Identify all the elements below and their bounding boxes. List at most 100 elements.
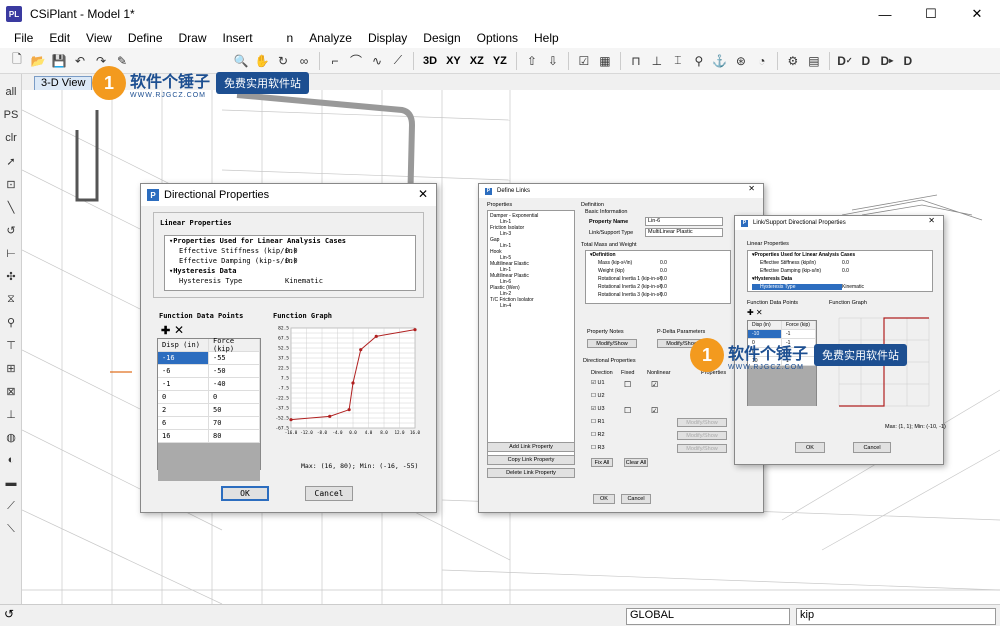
select-all-button[interactable]: all xyxy=(1,82,21,102)
analyze-icon[interactable]: ⚙ xyxy=(784,52,802,70)
flange-icon[interactable]: ⊞ xyxy=(1,358,21,378)
menu-design[interactable]: Design xyxy=(423,31,460,45)
restraint-icon[interactable]: ⊛ xyxy=(732,52,750,70)
add-point-icon[interactable]: ✚ xyxy=(161,324,170,337)
new-file-icon[interactable]: 🗋 xyxy=(8,52,26,70)
valve-icon[interactable]: ⧖ xyxy=(1,289,21,309)
maximize-button[interactable]: ☐ xyxy=(908,0,954,28)
spring-icon[interactable]: ⚲ xyxy=(690,52,708,70)
function-points-table[interactable]: Disp (in) Force (kip) -16 -55 -6 -50 -1 -40 … xyxy=(157,337,261,481)
dialog-close-icon[interactable]: ✕ xyxy=(748,184,755,193)
fixed-checkbox[interactable]: ☐ xyxy=(624,380,631,389)
design-d3-icon[interactable]: D ▸ xyxy=(878,52,896,70)
cancel-button[interactable]: Cancel xyxy=(853,442,891,453)
rotate-view-icon[interactable]: ↺ xyxy=(1,220,21,240)
tree-item[interactable]: Lin-4 xyxy=(490,303,572,309)
ok-button[interactable]: OK xyxy=(795,442,825,453)
dialog-close-icon[interactable]: ✕ xyxy=(418,187,428,201)
globe-icon[interactable]: ◐ xyxy=(1,450,21,470)
dir-u3[interactable]: ☑ U3 xyxy=(591,406,605,412)
menu-define[interactable]: Define xyxy=(128,31,163,45)
menu-edit[interactable]: Edit xyxy=(49,31,70,45)
table-row[interactable]: 6 70 xyxy=(158,417,260,430)
spring-tool-icon[interactable]: ⚲ xyxy=(1,312,21,332)
dimension-icon[interactable]: ⟍ xyxy=(1,519,21,539)
clear-all-button[interactable]: Clear All xyxy=(624,458,648,467)
line-icon[interactable]: ╲ xyxy=(1,197,21,217)
save-icon[interactable]: 💾 xyxy=(50,52,68,70)
previous-selection-button[interactable]: PS xyxy=(1,105,21,125)
menu-file[interactable]: File xyxy=(14,31,33,45)
ok-button[interactable]: OK xyxy=(593,494,615,504)
coord-system-select[interactable]: GLOBAL xyxy=(626,608,790,625)
pipe-icon[interactable]: ⌐ xyxy=(326,52,344,70)
table-row[interactable]: 16 80 xyxy=(158,430,260,443)
select-box-icon[interactable]: ⊡ xyxy=(1,174,21,194)
view-xz-button[interactable]: XZ xyxy=(467,55,487,67)
nonlinear-checkbox[interactable]: ☑ xyxy=(651,380,658,389)
delete-link-property-button[interactable]: Delete Link Property xyxy=(487,468,575,478)
tee-icon[interactable]: ⊥ xyxy=(1,404,21,424)
frame-icon[interactable]: ⊓ xyxy=(627,52,645,70)
undo-icon[interactable]: ↶ xyxy=(71,52,89,70)
menu-analyze[interactable]: Analyze xyxy=(309,31,352,45)
frame-tool-icon[interactable]: ⊢ xyxy=(1,243,21,263)
design-d4-icon[interactable]: D xyxy=(899,52,917,70)
menu-display[interactable]: Display xyxy=(368,31,407,45)
design-d2-icon[interactable]: D xyxy=(857,52,875,70)
dir-r2[interactable]: ☐ R2 xyxy=(591,432,605,438)
move-down-icon[interactable]: ⇩ xyxy=(544,52,562,70)
bend-icon[interactable]: ⌒ xyxy=(347,52,365,70)
move-up-icon[interactable]: ⇧ xyxy=(523,52,541,70)
cancel-button[interactable]: Cancel xyxy=(621,494,651,504)
linear-properties-grid[interactable]: ▾ Properties Used for Linear Analysis Ca… xyxy=(747,250,933,292)
joint-icon[interactable]: ⊤ xyxy=(1,335,21,355)
minimize-button[interactable]: — xyxy=(862,0,908,28)
bracket-icon[interactable]: ▬ xyxy=(1,473,21,493)
table-icon[interactable]: ▤ xyxy=(805,52,823,70)
curve-icon[interactable]: ∿ xyxy=(368,52,386,70)
menu-options[interactable]: Options xyxy=(477,31,518,45)
node-icon[interactable]: ✣ xyxy=(1,266,21,286)
dir-r1[interactable]: ☐ R1 xyxy=(591,419,605,425)
view-yz-button[interactable]: YZ xyxy=(490,55,510,67)
dir-u2[interactable]: ☐ U2 xyxy=(591,393,605,399)
menu-draw[interactable]: Draw xyxy=(179,31,207,45)
clear-selection-button[interactable]: clr xyxy=(1,128,21,148)
modify-notes-button[interactable]: Modify/Show xyxy=(587,339,637,348)
dialog-close-icon[interactable]: ✕ xyxy=(928,216,935,225)
table-row[interactable]: -6 -50 xyxy=(158,365,260,378)
measure-icon[interactable]: ⟋ xyxy=(1,496,21,516)
table-row[interactable]: 00 xyxy=(158,391,260,404)
close-button[interactable]: ✕ xyxy=(954,0,1000,28)
menu-insert[interactable]: Insert xyxy=(223,31,253,45)
delete-point-icon[interactable]: ✕ xyxy=(174,323,184,337)
menu-view[interactable]: View xyxy=(86,31,112,45)
copy-link-property-button[interactable]: Copy Link Property xyxy=(487,455,575,465)
spline-icon[interactable]: ⟋ xyxy=(389,52,407,70)
add-point-icon[interactable]: ✚ ✕ xyxy=(747,308,763,317)
design-d1-icon[interactable]: D ✓ xyxy=(836,52,854,70)
dir-r3[interactable]: ☐ R3 xyxy=(591,445,605,451)
check-icon[interactable]: ☑ xyxy=(575,52,593,70)
menu-help[interactable]: Help xyxy=(534,31,559,45)
view-3d-button[interactable]: 3D xyxy=(420,55,440,67)
elbow-icon[interactable]: ◍ xyxy=(1,427,21,447)
select-all-icon[interactable]: ▦ xyxy=(596,52,614,70)
dir-u1[interactable]: ☑ U1 xyxy=(591,380,605,386)
anchor-icon[interactable]: ⚓ xyxy=(711,52,729,70)
hanger-icon[interactable]: ⌶ xyxy=(669,52,687,70)
brace-icon[interactable]: ⊠ xyxy=(1,381,21,401)
add-link-property-button[interactable]: Add Link Property xyxy=(487,442,575,452)
view-xy-button[interactable]: XY xyxy=(443,55,464,67)
link-properties-tree[interactable]: Damper - Exponential Lin-1 Friction Isol… xyxy=(487,210,575,462)
support-type-select[interactable]: MultiLinear Plastic xyxy=(645,228,723,237)
table-row[interactable]: -16 -55 xyxy=(158,352,260,365)
mass-weight-grid[interactable]: ▾ Definition Mass (kip-s²/in) 0.0 Weight … xyxy=(585,250,731,304)
property-name-input[interactable]: Lin-6 xyxy=(645,217,723,226)
nonlinear-checkbox[interactable]: ☑ xyxy=(651,406,658,415)
menu-hidden[interactable]: n xyxy=(287,31,294,45)
fix-all-button[interactable]: Fix All xyxy=(591,458,613,467)
linear-properties-grid[interactable]: ▾ Properties Used for Linear Analysis Ca… xyxy=(164,235,416,291)
fixed-checkbox[interactable]: ☐ xyxy=(624,406,631,415)
